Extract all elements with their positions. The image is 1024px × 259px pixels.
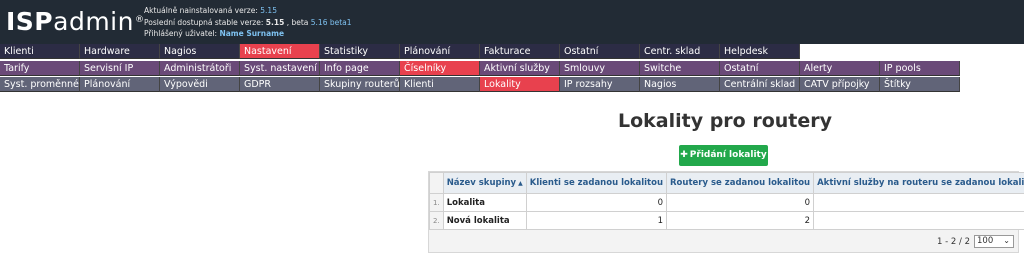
menu-fakturace[interactable]: Fakturace	[480, 44, 560, 59]
submenu-aktivni-sluzby[interactable]: Aktivní služby	[480, 61, 560, 76]
app-header: ISPadmin® Aktuálně nainstalovaná verze: …	[0, 0, 1024, 44]
row-routers: 0	[666, 193, 815, 212]
menu-nastaveni[interactable]: Nastavení	[240, 44, 320, 59]
pager-text: 1 - 2 / 2	[937, 236, 970, 247]
table-header-row: Název skupiny ▲ Klienti se zadanou lokali…	[429, 172, 1024, 194]
sub-menu-row-1: Tarify Servisní IP Administrátoři Syst. …	[0, 61, 960, 76]
beta-version: 5.16 beta1	[310, 17, 352, 27]
app-logo[interactable]: ISPadmin®	[6, 7, 144, 37]
submenu-servisni-ip[interactable]: Servisní IP	[80, 61, 160, 76]
row-services: 0	[813, 193, 1024, 212]
main-menu: Klienti Hardware Nagios Nastavení Statis…	[0, 44, 800, 59]
submenu-alerty[interactable]: Alerty	[800, 61, 880, 76]
row-clients: 1	[525, 211, 668, 230]
submenu-skupiny-routeru[interactable]: Skupiny routerů	[320, 77, 400, 92]
stable-version: 5.15	[265, 17, 285, 27]
row-services: 1	[813, 211, 1024, 230]
col-routery[interactable]: Routery se zadanou lokalitou	[666, 172, 815, 194]
row-index: 2.	[429, 211, 444, 230]
submenu-administratori[interactable]: Administrátoři	[160, 61, 240, 76]
submenu-klienti[interactable]: Klienti	[400, 77, 480, 92]
submenu-gdpr[interactable]: GDPR	[240, 77, 320, 92]
locations-grid: Název skupiny ▲ Klienti se zadanou lokali…	[428, 171, 1024, 253]
row-name: Nová lokalita	[442, 211, 527, 230]
col-klienti[interactable]: Klienti se zadanou lokalitou	[525, 172, 668, 194]
menu-centr-sklad[interactable]: Centr. sklad	[640, 44, 720, 59]
submenu-syst-nastaveni[interactable]: Syst. nastavení	[240, 61, 320, 76]
pager: 1 - 2 / 2 100 ⌄	[937, 235, 1014, 248]
page-title: Lokality pro routery	[617, 110, 833, 132]
menu-nagios[interactable]: Nagios	[160, 44, 240, 59]
submenu-smlouvy[interactable]: Smlouvy	[560, 61, 640, 76]
row-name: Lokalita	[442, 193, 527, 212]
submenu-ip-rozsahy[interactable]: IP rozsahy	[560, 77, 640, 92]
submenu-centralni-sklad[interactable]: Centrální sklad	[720, 77, 800, 92]
menu-statistiky[interactable]: Statistiky	[320, 44, 400, 59]
locations-table: Název skupiny ▲ Klienti se zadanou lokali…	[429, 172, 1024, 230]
submenu-ip-pools[interactable]: IP pools	[880, 61, 960, 76]
submenu-planovani[interactable]: Plánování	[80, 77, 160, 92]
menu-hardware[interactable]: Hardware	[80, 44, 160, 59]
installed-version: 5.15	[260, 6, 277, 15]
row-routers: 2	[666, 211, 815, 230]
submenu-syst-promenne[interactable]: Syst. proměnné	[0, 77, 80, 92]
menu-helpdesk[interactable]: Helpdesk	[720, 44, 800, 59]
add-location-button[interactable]: ✚ Přidání lokality	[679, 145, 768, 166]
col-nazev-skupiny[interactable]: Název skupiny ▲	[442, 172, 527, 194]
table-row: 1. Lokalita 0 0 0 ✎ 🗑	[429, 193, 1024, 212]
menu-klienti[interactable]: Klienti	[0, 44, 80, 59]
chevron-down-icon: ⌄	[1003, 236, 1010, 245]
submenu-info-page[interactable]: Info page	[320, 61, 400, 76]
row-index: 1.	[429, 193, 444, 212]
menu-ostatni[interactable]: Ostatní	[560, 44, 640, 59]
submenu-ostatni[interactable]: Ostatní	[720, 61, 800, 76]
submenu-catv-pripojky[interactable]: CATV přípojky	[800, 77, 880, 92]
menu-planovani[interactable]: Plánování	[400, 44, 480, 59]
submenu-lokality[interactable]: Lokality	[480, 77, 560, 92]
submenu-switche[interactable]: Switche	[640, 61, 720, 76]
submenu-stitky[interactable]: Štítky	[880, 77, 960, 92]
sub-menu-row-2: Syst. proměnné Plánování Výpovědi GDPR S…	[0, 77, 960, 92]
row-clients: 0	[525, 193, 668, 212]
submenu-ciselniky[interactable]: Číselníky	[400, 61, 480, 76]
page-size-select[interactable]: 100 ⌄	[974, 235, 1014, 248]
logged-user[interactable]: Name Surname	[219, 29, 284, 38]
sort-asc-icon: ▲	[518, 180, 523, 187]
submenu-vypovedi[interactable]: Výpovědi	[160, 77, 240, 92]
table-row: 2. Nová lokalita 1 2 1 ✎	[429, 211, 1024, 230]
index-header	[429, 172, 444, 194]
version-info: Aktuálně nainstalovaná verze: 5.15 Posle…	[144, 6, 352, 38]
plus-icon: ✚	[680, 150, 688, 160]
page-title-wrap: Lokality pro routery	[580, 110, 870, 132]
col-aktivni-sluzby[interactable]: Aktivní služby na routeru se zadanou lok…	[813, 172, 1024, 194]
submenu-tarify[interactable]: Tarify	[0, 61, 80, 76]
submenu-nagios[interactable]: Nagios	[640, 77, 720, 92]
